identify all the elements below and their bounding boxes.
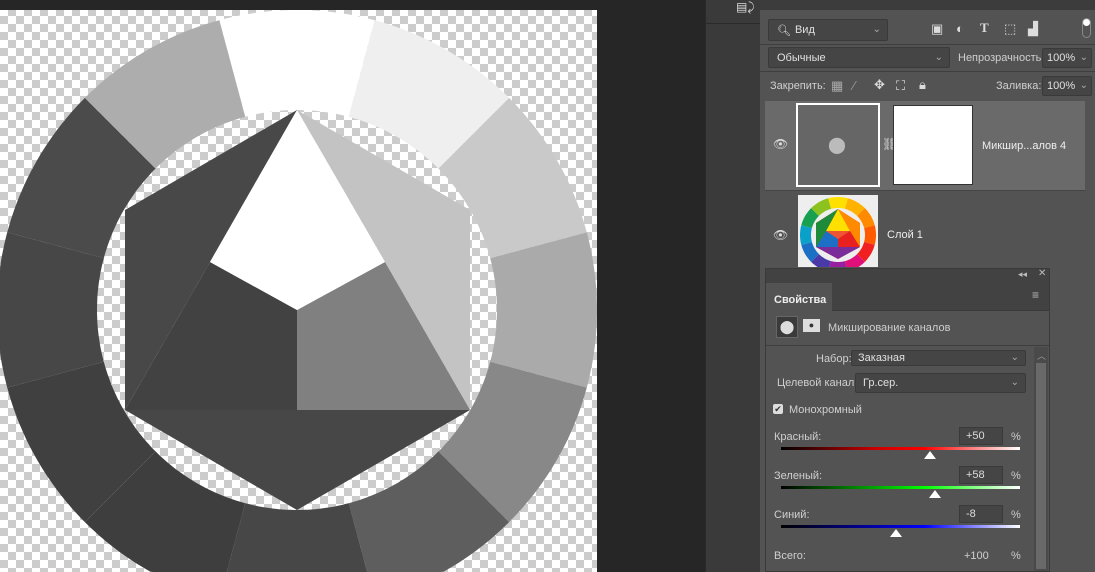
- preset-label: Набор:: [816, 353, 852, 365]
- lock-image-pixels-icon[interactable]: ∕: [853, 78, 855, 93]
- panel-header-bar: ◂◂ ✕: [766, 268, 1049, 283]
- ring-segment: [828, 197, 848, 209]
- red-channel-input[interactable]: +50: [959, 427, 1003, 445]
- blue-slider-thumb[interactable]: [889, 529, 902, 537]
- preset-value: Заказная: [858, 352, 906, 364]
- filter-kind-value: Вид: [794, 24, 815, 36]
- red-channel-slider[interactable]: [781, 447, 1020, 450]
- ring-segment: [800, 225, 812, 245]
- total-unit: %: [1011, 550, 1021, 562]
- channel-mixer-icon: ⬤: [828, 137, 846, 154]
- ring-segment: [219, 10, 375, 117]
- fill-value: 100%: [1047, 80, 1076, 92]
- percent-unit: %: [1011, 509, 1021, 521]
- lock-position-icon[interactable]: ✥: [874, 77, 885, 93]
- green-slider-thumb[interactable]: [929, 490, 942, 498]
- monochrome-label: Монохромный: [789, 404, 862, 416]
- target-channel-label: Целевой канал:: [777, 377, 858, 389]
- tab-label: Свойства: [774, 294, 827, 306]
- scrollbar[interactable]: ︿: [1034, 347, 1048, 571]
- properties-panel: ◂◂ ✕ Свойства ≡ ⬤ ● Микширование каналов…: [765, 268, 1050, 572]
- eye-icon[interactable]: 👁︎: [773, 228, 788, 242]
- channel-mixer-adjustment-icon: ⬤: [776, 316, 798, 338]
- green-channel-value: +58: [966, 469, 985, 481]
- type-layer-filter-icon[interactable]: T: [980, 20, 989, 36]
- chevron-down-icon: ⌄: [934, 51, 943, 63]
- history-icon[interactable]: ▤⤸: [736, 0, 755, 15]
- fill-label: Заливка:: [996, 80, 1042, 92]
- blue-channel-input[interactable]: -8: [959, 505, 1003, 523]
- red-slider-thumb[interactable]: [924, 451, 937, 459]
- blend-mode-value: Обычные: [777, 51, 826, 64]
- ring-segment: [0, 232, 104, 388]
- chevron-down-icon[interactable]: ⌄: [1080, 80, 1088, 91]
- percent-unit: %: [1011, 470, 1021, 482]
- close-icon[interactable]: ✕: [1038, 268, 1046, 279]
- panel-tab-bar: [760, 0, 1095, 10]
- blue-channel-value: -8: [966, 508, 976, 520]
- red-channel-value: +50: [966, 430, 985, 442]
- mask-icon[interactable]: ●: [803, 319, 820, 332]
- adjustment-thumbnail: ⬤: [796, 103, 880, 187]
- chevron-down-icon: ⌄: [872, 23, 881, 35]
- lock-all-icon[interactable]: 🔒︎: [919, 77, 926, 93]
- percent-unit: %: [1011, 431, 1021, 443]
- smart-object-filter-icon[interactable]: ▟: [1028, 21, 1038, 37]
- eye-icon[interactable]: 👁︎: [773, 137, 788, 151]
- filter-kind-dropdown[interactable]: 🔍︎ Вид ⌄: [768, 19, 888, 41]
- chevron-down-icon: ⌄: [1010, 376, 1019, 388]
- lock-artboard-icon[interactable]: ⛶: [896, 78, 905, 94]
- shape-layer-filter-icon[interactable]: ⬚: [1004, 21, 1016, 37]
- panel-dock-strip: ▤⤸: [705, 0, 761, 572]
- pixel-layer-filter-icon[interactable]: ▣: [931, 21, 943, 37]
- ring-segment: [219, 503, 375, 572]
- opacity-label: Непрозрачность:: [958, 52, 1045, 64]
- total-value: +100: [964, 550, 989, 562]
- blue-channel-label: Синий:: [774, 509, 810, 521]
- lock-label: Закрепить:: [770, 80, 826, 92]
- green-channel-slider[interactable]: [781, 486, 1020, 489]
- filter-toggle[interactable]: [1082, 18, 1091, 38]
- search-icon: 🔍︎: [777, 24, 791, 37]
- document-canvas[interactable]: [0, 10, 597, 572]
- scrollbar-thumb[interactable]: [1036, 363, 1046, 569]
- target-channel-value: Гр.сер.: [863, 377, 899, 389]
- layer-mask-thumbnail[interactable]: [893, 105, 973, 185]
- layer-name: Слой 1: [887, 229, 923, 241]
- lock-transparent-pixels-icon[interactable]: ▦: [831, 78, 843, 94]
- tab-properties[interactable]: Свойства: [766, 283, 832, 312]
- layer-name: Микшир...алов 4: [982, 140, 1067, 152]
- preset-dropdown[interactable]: Заказная ⌄: [851, 350, 1026, 366]
- collapse-icon[interactable]: ◂◂: [1018, 269, 1027, 280]
- opacity-value: 100%: [1047, 52, 1076, 64]
- monochrome-checkbox[interactable]: ✔: [773, 404, 783, 414]
- green-channel-label: Зеленый:: [774, 470, 823, 482]
- adjustment-layer-filter-icon[interactable]: ◐: [956, 21, 964, 36]
- target-channel-dropdown[interactable]: Гр.сер. ⌄: [855, 373, 1026, 393]
- green-channel-input[interactable]: +58: [959, 466, 1003, 484]
- layer-row-channel-mixer[interactable]: 👁︎ ⬤ ⛓︎ Микшир...алов 4: [765, 101, 1085, 190]
- red-channel-label: Красный:: [774, 431, 822, 443]
- blue-channel-slider[interactable]: [781, 525, 1020, 528]
- layer-thumbnail: [798, 195, 878, 267]
- ring-segment: [864, 225, 876, 245]
- layer-row-layer-1[interactable]: 👁︎ Слой 1: [765, 191, 1085, 267]
- chevron-down-icon: ⌄: [1010, 351, 1019, 363]
- ring-segment: [490, 232, 597, 388]
- chevron-down-icon[interactable]: ⌄: [1080, 52, 1088, 63]
- scroll-up-icon[interactable]: ︿: [1037, 349, 1046, 362]
- blend-mode-dropdown[interactable]: Обычные ⌄: [768, 47, 950, 68]
- total-label: Всего:: [774, 550, 806, 562]
- adjustment-title: Микширование каналов: [828, 322, 951, 334]
- opacity-field[interactable]: 100% ⌄: [1042, 48, 1092, 68]
- fill-field[interactable]: 100% ⌄: [1042, 76, 1092, 96]
- panel-menu-icon[interactable]: ≡: [1032, 288, 1039, 302]
